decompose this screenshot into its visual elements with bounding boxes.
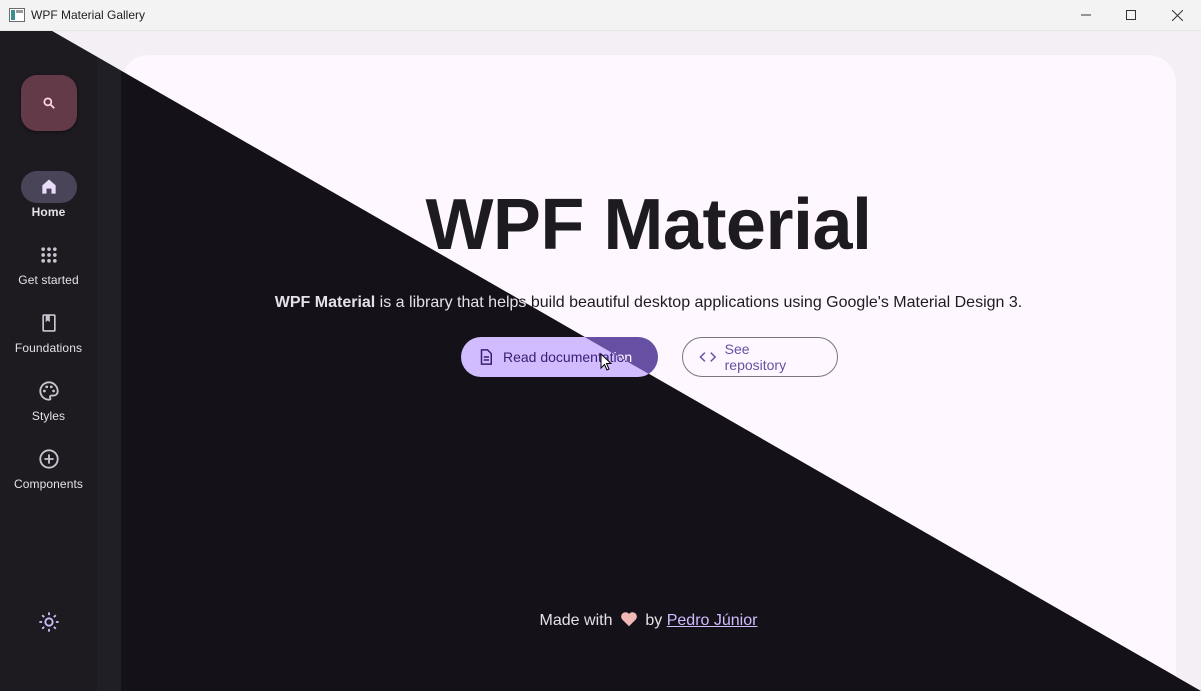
rail-item-components-dark[interactable]: Components [0, 443, 97, 503]
rail-item-styles-dark[interactable]: Styles [0, 375, 97, 435]
navigation-rail-dark: Home Get started Foundations Styles Comp… [0, 31, 97, 691]
document-icon [480, 349, 492, 365]
rail-label-foundations-dark: Foundations [14, 341, 83, 355]
window-title: WPF Material Gallery [31, 8, 146, 22]
get-started-indicator-dark [21, 239, 77, 271]
app-content: Home Get started Foundations Styles [0, 31, 1201, 691]
sun-icon [39, 612, 59, 632]
close-button[interactable] [1154, 0, 1200, 30]
heart-icon [621, 612, 637, 627]
home-icon [41, 179, 56, 194]
search-button-dark[interactable] [21, 75, 77, 131]
see-repository-button[interactable]: See repository [682, 337, 838, 377]
author-link-dark[interactable]: Pedro Júnior [667, 612, 758, 629]
rail-label-styles-dark: Styles [31, 409, 66, 423]
bookmark-book-icon [41, 314, 56, 332]
close-icon [1171, 9, 1183, 21]
rail-gutter-dark [97, 31, 121, 691]
footer-by-dark: by [645, 612, 663, 629]
home-indicator-dark [20, 171, 77, 203]
palette-icon [38, 381, 59, 401]
components-indicator-dark [21, 443, 77, 475]
rail-label-components-dark: Components [13, 477, 84, 491]
minimize-icon [1081, 14, 1091, 16]
apps-grid-icon [40, 247, 57, 263]
footer-prefix-dark: Made with [539, 612, 613, 629]
app-icon [9, 8, 25, 22]
foundations-indicator-dark [21, 307, 77, 339]
styles-indicator-dark [21, 375, 77, 407]
hero-description-bold-dark: WPF Material [274, 294, 376, 311]
title-bar: WPF Material Gallery [0, 0, 1201, 31]
see-repository-label: See repository [724, 341, 787, 373]
footer-dark: Made with by Pedro Júnior [121, 611, 1176, 630]
rail-item-home-dark[interactable]: Home [0, 171, 97, 231]
search-icon [43, 97, 55, 109]
maximize-button[interactable] [1108, 0, 1154, 30]
add-circle-icon [38, 449, 59, 469]
mouse-cursor-icon [600, 353, 612, 371]
code-icon [699, 352, 717, 362]
rail-item-get-started-dark[interactable]: Get started [0, 239, 97, 299]
rail-label-get-started-dark: Get started [18, 273, 79, 287]
minimize-button[interactable] [1063, 0, 1109, 30]
maximize-icon [1126, 10, 1136, 20]
theme-toggle-button-dark[interactable] [33, 606, 65, 638]
rail-item-foundations-dark[interactable]: Foundations [0, 307, 97, 367]
rail-label-home-dark: Home [31, 205, 66, 219]
